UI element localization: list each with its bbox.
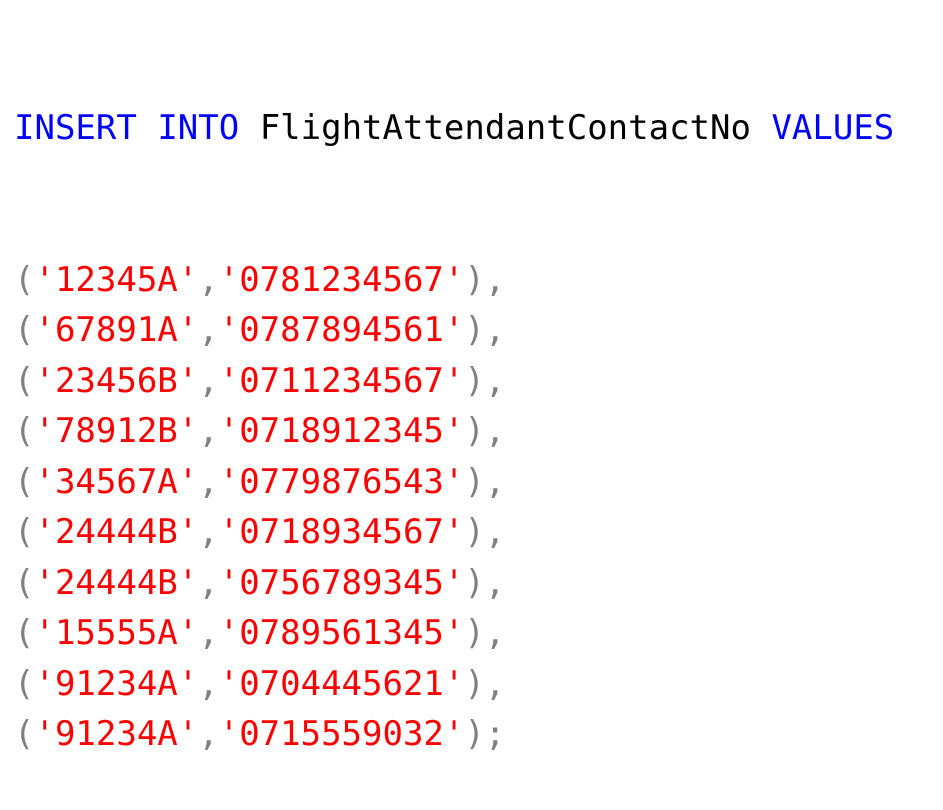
code-line-values-row: ('12345A','0781234567'), [14,255,894,306]
row-terminator: ), [464,512,506,552]
code-line-values-row: ('78912B','0718912345'), [14,406,894,457]
attendant-id-string: '15555A' [34,613,199,653]
sql-code-editor[interactable]: INSERT INTO FlightAttendantContactNo VAL… [14,2,894,810]
open-paren: ( [14,714,35,754]
attendant-id-string: '67891A' [34,310,199,350]
comma-separator: , [198,613,219,653]
comma-separator: , [198,259,219,300]
contact-number-string: '0781234567' [218,259,465,300]
comma-separator: , [198,562,219,603]
contact-number-string: '0715559032' [218,714,465,754]
open-paren: ( [14,512,35,552]
row-terminator: ), [464,310,506,350]
open-paren: ( [14,360,35,401]
row-terminator: ); [464,714,506,754]
comma-separator: , [198,512,219,552]
attendant-id-string: '12345A' [34,259,199,300]
code-line-values-row: ('15555A','0789561345'), [14,608,894,659]
code-line-insert-statement: INSERT INTO FlightAttendantContactNo VAL… [14,103,894,154]
keyword-insert: INSERT [14,108,137,148]
contact-number-string: '0756789345' [218,562,465,603]
attendant-id-string: '23456B' [34,360,199,401]
comma-separator: , [198,411,219,451]
contact-number-string: '0718934567' [218,512,465,552]
code-line-values-row: ('23456B','0711234567'), [14,356,894,407]
attendant-id-string: '91234A' [34,714,199,754]
attendant-id-string: '78912B' [34,411,199,451]
row-terminator: ), [464,259,506,300]
code-line-values-row: ('24444B','0718934567'), [14,507,894,558]
code-line-values-row: ('34567A','0779876543'), [14,457,894,508]
row-terminator: ), [464,663,506,704]
values-rows: ('12345A','0781234567'), ('67891A','07878… [14,255,894,760]
comma-separator: , [198,714,219,754]
keyword-into: INTO [157,108,240,148]
comma-separator: , [198,663,219,704]
open-paren: ( [14,663,35,704]
keyword-values: VALUES [771,108,895,148]
comma-separator: , [198,461,219,502]
contact-number-string: '0718912345' [218,411,465,451]
contact-number-string: '0789561345' [218,613,465,653]
comma-separator: , [198,310,219,350]
attendant-id-string: '91234A' [34,663,199,704]
open-paren: ( [14,411,35,451]
attendant-id-string: '34567A' [34,461,199,502]
contact-number-string: '0711234567' [218,360,465,401]
row-terminator: ), [464,360,506,401]
contact-number-string: '0704445621' [218,663,465,704]
contact-number-string: '0779876543' [218,461,465,502]
open-paren: ( [14,562,35,603]
open-paren: ( [14,310,35,350]
row-terminator: ), [464,461,506,502]
code-line-values-row: ('24444B','0756789345'), [14,558,894,609]
comma-separator: , [198,360,219,401]
code-line-values-row: ('91234A','0704445621'), [14,659,894,710]
code-line-values-row: ('91234A','0715559032'); [14,709,894,760]
contact-number-string: '0787894561' [218,310,465,350]
row-terminator: ), [464,613,506,653]
code-line-values-row: ('67891A','0787894561'), [14,305,894,356]
row-terminator: ), [464,411,506,451]
attendant-id-string: '24444B' [34,512,199,552]
row-terminator: ), [464,562,506,603]
open-paren: ( [14,613,35,653]
open-paren: ( [14,461,35,502]
open-paren: ( [14,259,35,300]
attendant-id-string: '24444B' [34,562,199,603]
table-name: FlightAttendantContactNo [259,108,751,148]
